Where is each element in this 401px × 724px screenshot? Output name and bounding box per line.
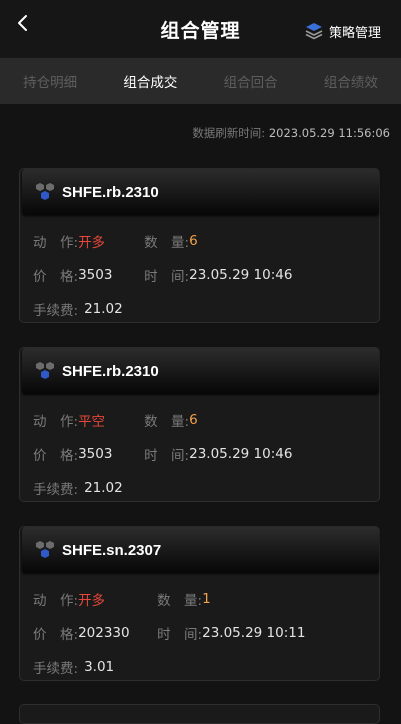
quantity-value: 6: [189, 412, 198, 428]
time-label: 时 间:: [144, 448, 190, 464]
tab-trades[interactable]: 组合成交: [100, 58, 200, 104]
strategy-management-button[interactable]: 策略管理: [304, 20, 381, 42]
card-header: SHFE.rb.2310: [22, 169, 379, 215]
action-value: 开多: [78, 235, 106, 251]
time-value: 23.05.29 10:46: [189, 267, 293, 283]
row-price-time: 价 格: 3503 时 间: 23.05.29 10:46: [33, 444, 292, 464]
tab-positions[interactable]: 持仓明细: [0, 58, 100, 104]
refresh-label: 数据刷新时间:: [192, 126, 266, 140]
row-price-time: 价 格: 3503 时 间: 23.05.29 10:46: [33, 265, 292, 285]
price-label: 价 格:: [33, 627, 79, 643]
fee-label: 手续费:: [33, 482, 79, 498]
trade-card[interactable]: SHFE.rb.2310 动 作: 开多 数 量: 6 价 格: 3503 时 …: [19, 168, 380, 323]
refresh-value: 2023.05.29 11:56:06: [268, 126, 390, 140]
action-label: 动 作:: [33, 593, 79, 609]
row-action-quantity: 动 作: 开多 数 量: 1: [33, 589, 211, 609]
price-value: 3503: [78, 446, 113, 462]
tab-performance[interactable]: 组合绩效: [301, 58, 401, 104]
price-label: 价 格:: [33, 448, 79, 464]
quantity-label: 数 量:: [144, 414, 190, 430]
fee-label: 手续费:: [33, 303, 79, 319]
fee-label: 手续费:: [33, 661, 79, 677]
trade-symbol: SHFE.rb.2310: [62, 183, 159, 201]
refresh-time: 数据刷新时间: 2023.05.29 11:56:06: [192, 125, 390, 141]
cubes-icon: [36, 541, 54, 558]
price-label: 价 格:: [33, 269, 79, 285]
action-value: 平空: [78, 414, 106, 430]
row-action-quantity: 动 作: 平空 数 量: 6: [33, 410, 198, 430]
fee-value: 21.02: [84, 480, 123, 496]
fee-value: 21.02: [84, 301, 123, 317]
card-header: SHFE.rb.2310: [22, 348, 379, 394]
row-price-time: 价 格: 202330 时 间: 23.05.29 10:11: [33, 623, 305, 643]
trade-symbol: SHFE.rb.2310: [62, 362, 159, 380]
row-action-quantity: 动 作: 开多 数 量: 6: [33, 231, 198, 251]
action-label: 动 作:: [33, 414, 79, 430]
trade-card-partial[interactable]: [19, 704, 380, 724]
quantity-value: 6: [189, 233, 198, 249]
tab-rounds[interactable]: 组合回合: [201, 58, 301, 104]
trade-card[interactable]: SHFE.rb.2310 动 作: 平空 数 量: 6 价 格: 3503 时 …: [19, 347, 380, 502]
row-fee: 手续费: 21.02: [33, 299, 123, 319]
trade-card[interactable]: SHFE.sn.2307 动 作: 开多 数 量: 1 价 格: 202330 …: [19, 526, 380, 681]
strategy-management-label: 策略管理: [328, 25, 381, 41]
cubes-icon: [36, 183, 54, 200]
row-fee: 手续费: 3.01: [33, 657, 114, 677]
row-fee: 手续费: 21.02: [33, 478, 123, 498]
card-header: SHFE.sn.2307: [22, 527, 379, 573]
price-value: 3503: [78, 267, 113, 283]
fee-value: 3.01: [84, 659, 115, 675]
quantity-label: 数 量:: [157, 593, 203, 609]
action-label: 动 作:: [33, 235, 79, 251]
layers-icon: [305, 23, 323, 40]
time-value: 23.05.29 10:11: [202, 625, 306, 641]
price-value: 202330: [78, 625, 130, 641]
time-label: 时 间:: [144, 269, 190, 285]
quantity-value: 1: [202, 591, 211, 607]
trade-symbol: SHFE.sn.2307: [62, 541, 162, 559]
action-value: 开多: [78, 593, 106, 609]
cubes-icon: [36, 362, 54, 379]
quantity-label: 数 量:: [144, 235, 190, 251]
time-value: 23.05.29 10:46: [189, 446, 293, 462]
tab-bar: 持仓明细 组合成交 组合回合 组合绩效: [0, 58, 401, 104]
time-label: 时 间:: [157, 627, 203, 643]
header: 组合管理 策略管理: [0, 0, 401, 58]
